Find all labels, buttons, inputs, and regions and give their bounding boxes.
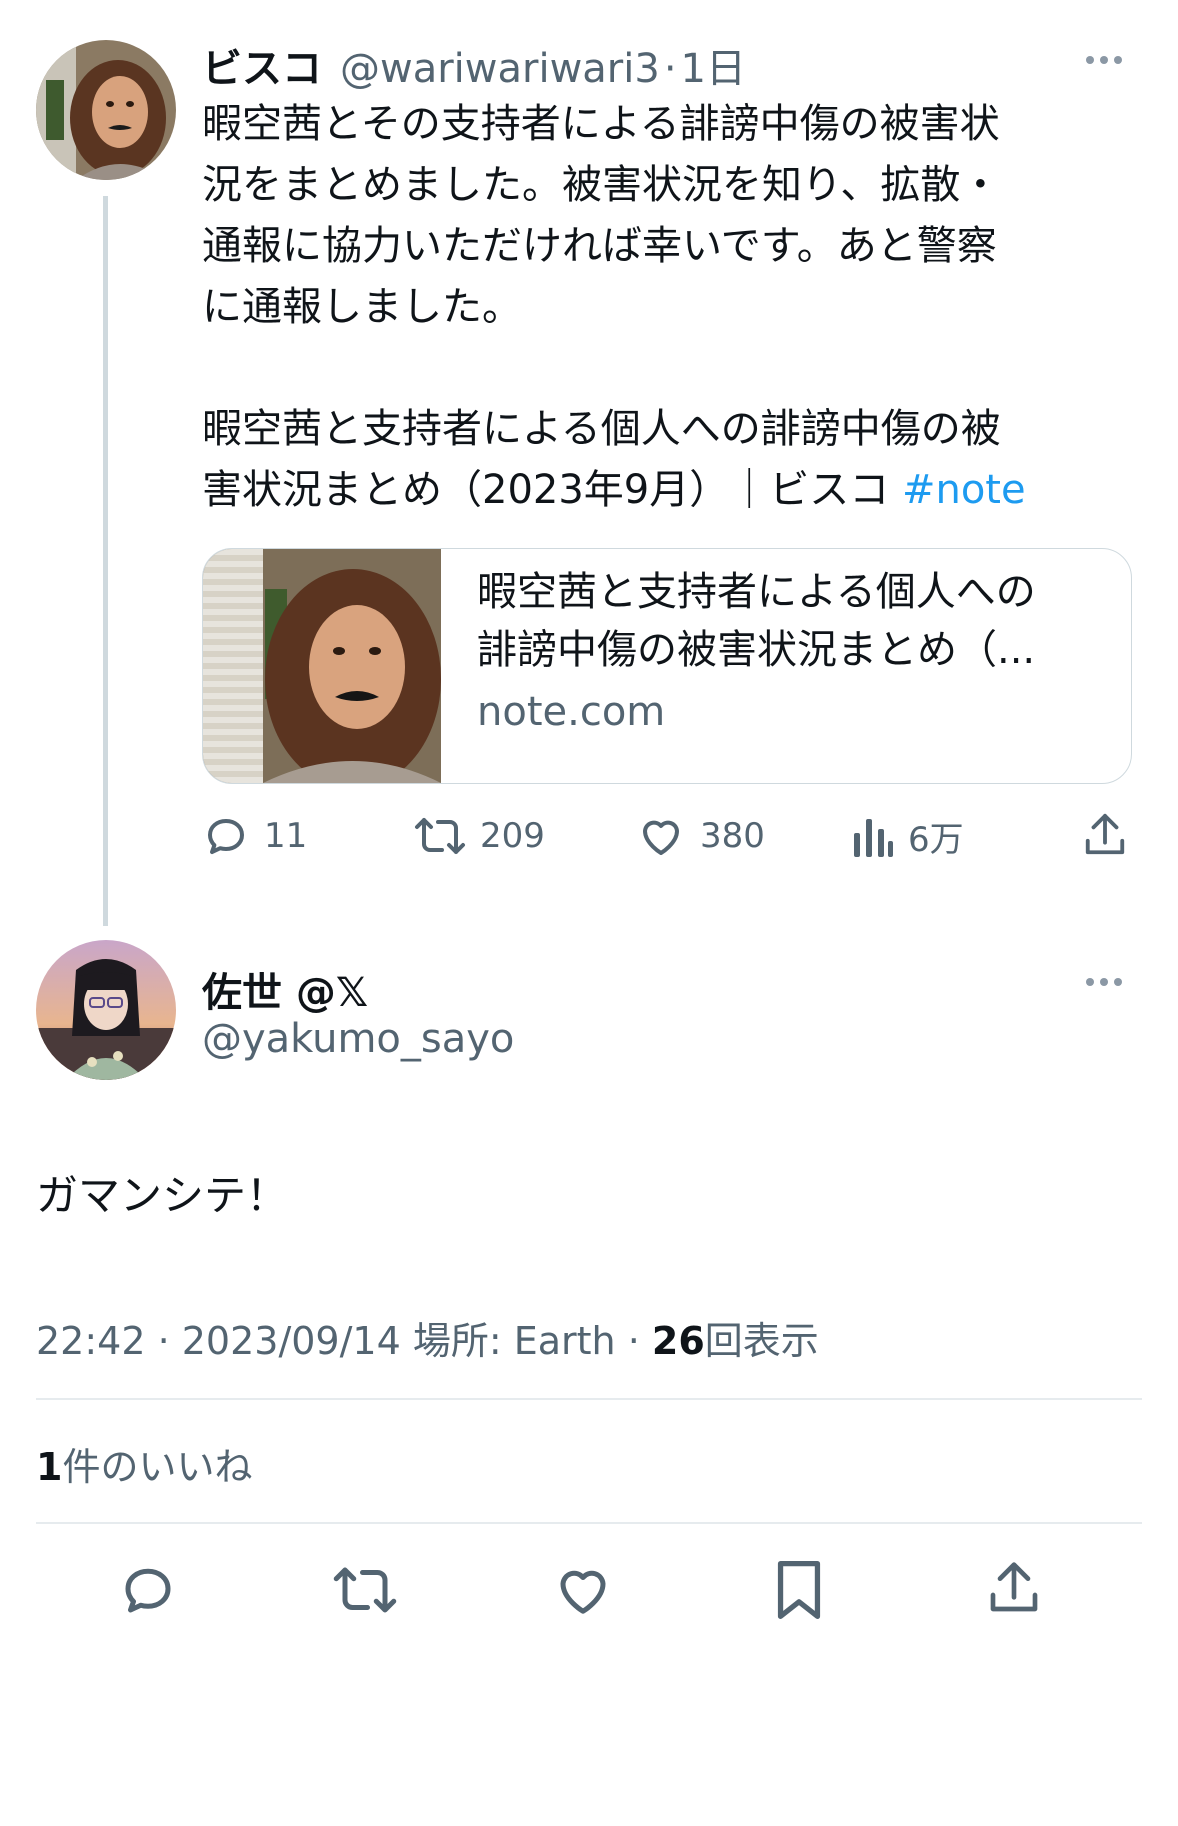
like-count: 380	[700, 816, 765, 856]
like-icon	[560, 1570, 606, 1614]
header-separator: ·	[663, 46, 677, 92]
retweet-count: 209	[480, 816, 545, 856]
link-title-line-2: 害状況まとめ（2023年9月）｜ビスコ #note	[202, 460, 1152, 521]
link-title-line: 暇空茜と支持者による個人への誹謗中傷の被	[202, 406, 1001, 452]
retweet-button[interactable]: 209	[414, 812, 545, 860]
tweet-timestamp-row: 22:42 · 2023/09/14 場所: Earth · 26回表示	[36, 1310, 819, 1365]
divider	[36, 1398, 1142, 1400]
reply-count: 11	[264, 816, 308, 856]
divider	[36, 1522, 1142, 1524]
tweet-text-line: 暇空茜とその支持者による誹謗中傷の被害状	[202, 101, 1000, 147]
reply-icon	[208, 819, 244, 854]
card-title-line: 暇空茜と支持者による個人への	[477, 569, 1036, 615]
more-icon[interactable]	[1086, 978, 1122, 986]
card-thumbnail-image	[203, 549, 441, 783]
parent-tweet-text: 暇空茜とその支持者による誹謗中傷の被害状 況をまとめました。被害状況を知り、拡散…	[202, 94, 1152, 521]
share-button[interactable]	[1082, 810, 1128, 860]
link-title-text: 害状況まとめ（2023年9月）｜ビスコ	[202, 467, 902, 513]
avatar-bisuko[interactable]	[36, 40, 176, 180]
share-button[interactable]	[986, 1556, 1042, 1620]
like-button[interactable]: 380	[636, 812, 765, 860]
retweet-button[interactable]	[332, 1560, 398, 1620]
share-icon	[1085, 813, 1125, 855]
link-preview-card[interactable]: 暇空茜と支持者による個人への 誹謗中傷の被害状況まとめ（... note.com	[202, 548, 1132, 784]
card-body: 暇空茜と支持者による個人への 誹謗中傷の被害状況まとめ（... note.com	[441, 549, 1066, 783]
bookmark-button[interactable]	[770, 1558, 828, 1622]
view-count: 26	[651, 1319, 705, 1363]
likes-summary[interactable]: 1件のいいね	[36, 1436, 252, 1491]
hashtag-link[interactable]: #note	[902, 467, 1026, 513]
card-title-line: 誹謗中傷の被害状況まとめ（...	[477, 627, 1036, 673]
tweet-text-line: 通報に協力いただければ幸いです。あと警察	[202, 223, 997, 269]
tweet-timestamp[interactable]: 22:42 · 2023/09/14 場所: Earth ·	[36, 1319, 652, 1363]
parent-tweet-header: ビスコ @wariwariwari3 · 1日	[202, 36, 746, 94]
card-domain: note.com	[477, 689, 666, 735]
likes-label: 件のいいね	[62, 1445, 253, 1489]
reply-author-handle[interactable]: @yakumo_sayo	[202, 1016, 514, 1062]
avatar-sayo[interactable]	[36, 940, 176, 1080]
views-button[interactable]: 6万	[850, 812, 964, 861]
like-icon	[643, 820, 679, 855]
view-label: 回表示	[704, 1319, 819, 1363]
bookmark-icon	[777, 1560, 821, 1619]
reply-tweet-text: ガマンシテ！	[36, 1171, 289, 1220]
retweet-icon	[415, 818, 465, 854]
tweet-text-line: に通報しました。	[202, 284, 522, 330]
reply-author-display-name[interactable]: 佐世 @𝕏	[202, 960, 368, 1018]
reply-icon	[125, 1568, 171, 1613]
more-icon[interactable]	[1086, 56, 1122, 64]
retweet-icon	[333, 1567, 397, 1613]
views-icon	[854, 818, 893, 857]
author-display-name[interactable]: ビスコ	[202, 36, 322, 94]
reply-button[interactable]	[118, 1560, 178, 1620]
thread-connector-line	[103, 196, 108, 926]
likes-count: 1	[36, 1445, 63, 1489]
tweet-text-line: 況をまとめました。被害状況を知り、拡散・	[202, 162, 1001, 208]
like-button[interactable]	[552, 1560, 614, 1620]
reply-button[interactable]: 11	[202, 812, 307, 860]
views-count: 6万	[908, 820, 964, 860]
share-icon	[990, 1562, 1038, 1612]
author-handle[interactable]: @wariwariwari3	[340, 46, 660, 92]
tweet-time-ago[interactable]: 1日	[681, 36, 746, 94]
